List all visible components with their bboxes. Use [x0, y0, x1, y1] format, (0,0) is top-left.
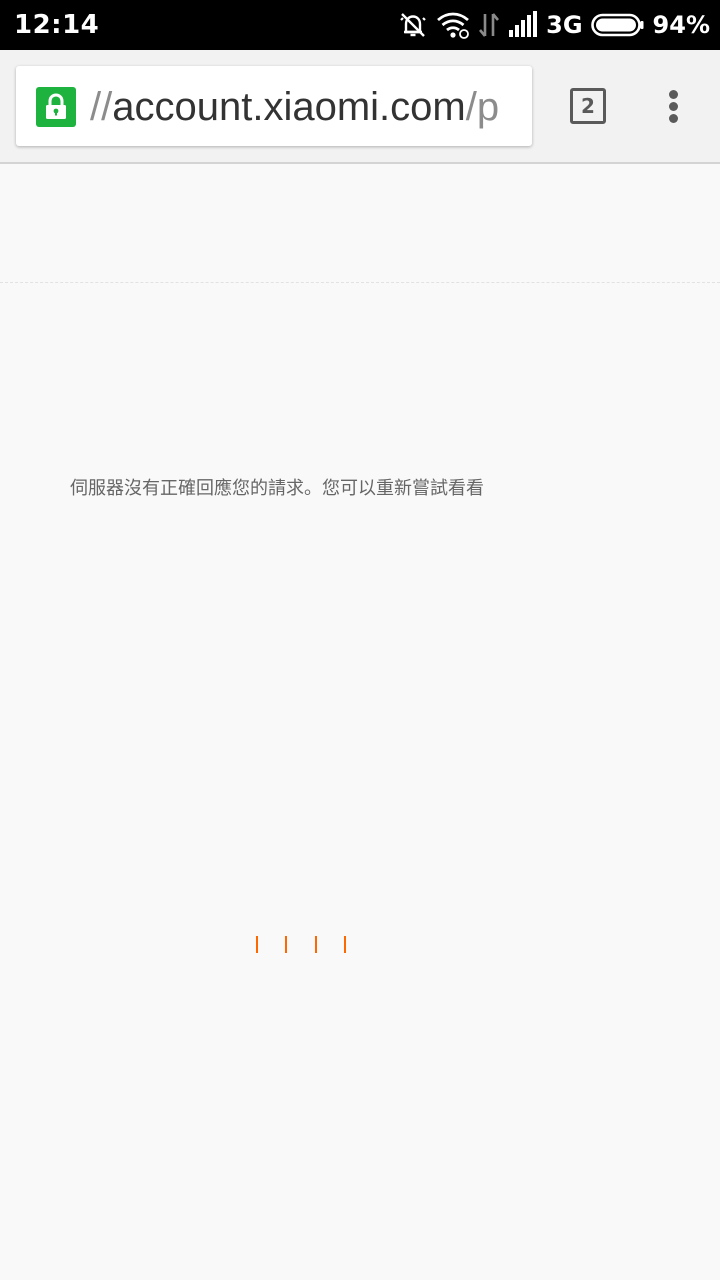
- error-message: 伺服器沒有正確回應您的請求。您可以重新嘗試看看: [70, 478, 484, 499]
- header-divider: [0, 282, 720, 283]
- battery-percent: 94%: [652, 11, 710, 39]
- signal-icon: [509, 11, 538, 37]
- url-prefix: //: [90, 85, 113, 129]
- battery-icon: [590, 13, 644, 37]
- address-bar[interactable]: //account.xiaomi.com/p: [16, 66, 532, 146]
- tab-switcher-button[interactable]: 2: [570, 88, 606, 124]
- alarm-off-icon: [400, 13, 426, 37]
- url-path: /p: [465, 85, 500, 129]
- browser-toolbar: //account.xiaomi.com/p 2: [0, 50, 720, 164]
- status-bar: 12:14 3G 94%: [0, 0, 720, 50]
- url-text[interactable]: //account.xiaomi.com/p: [90, 82, 512, 132]
- page-content: 伺服器沒有正確回應您的請求。您可以重新嘗試看看: [0, 166, 720, 1280]
- data-transfer-icon: [479, 13, 500, 37]
- more-vert-icon[interactable]: [654, 86, 694, 126]
- url-domain: account.xiaomi.com: [112, 85, 466, 129]
- wifi-icon: [437, 12, 470, 39]
- status-time: 12:14: [14, 10, 100, 40]
- loading-indicator: [250, 936, 360, 956]
- status-icons: 3G 94%: [398, 8, 710, 42]
- lock-icon[interactable]: [36, 87, 76, 127]
- network-type: 3G: [546, 11, 583, 39]
